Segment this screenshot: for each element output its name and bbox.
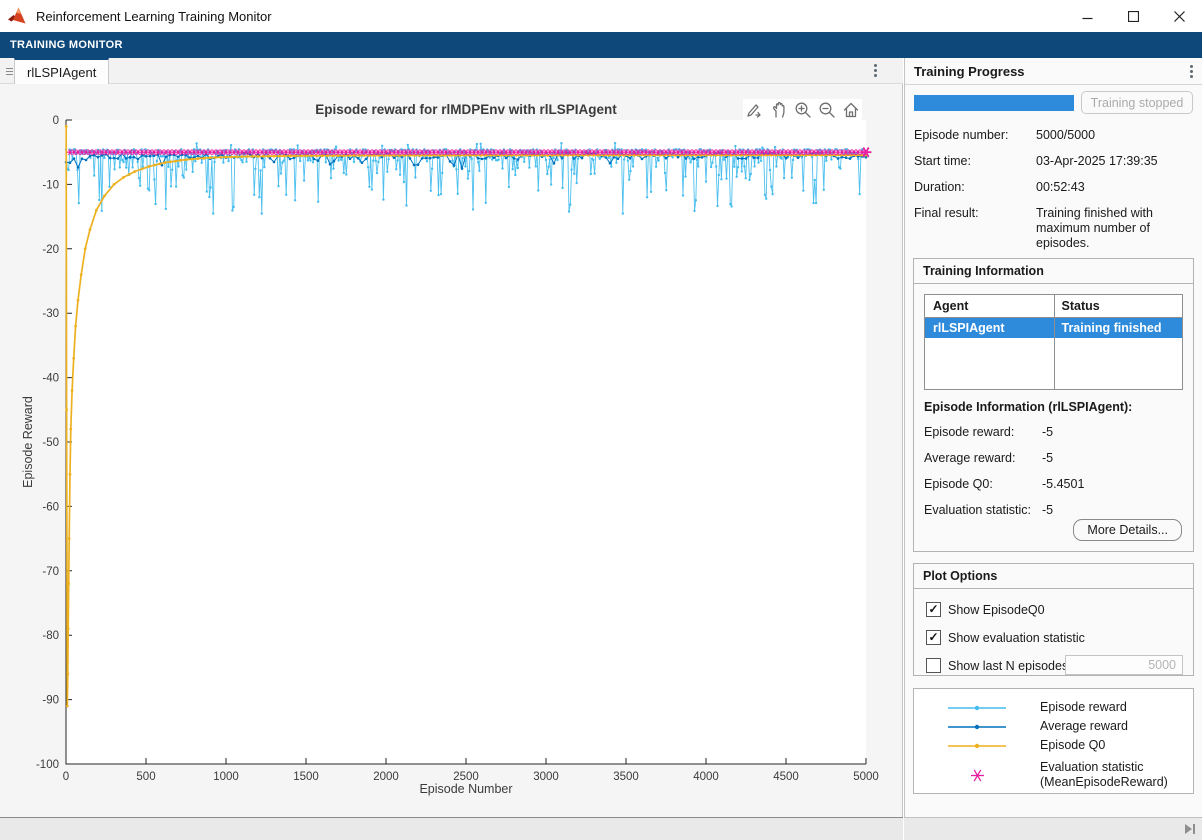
training-plot[interactable]: 0500100015002000250030003500400045005000… xyxy=(0,84,903,817)
agent-cell: rlLSPIAgent xyxy=(925,318,1054,338)
legend-label: Average reward xyxy=(1040,719,1128,734)
svg-text:-90: -90 xyxy=(42,695,59,707)
svg-text:-100: -100 xyxy=(36,759,59,771)
status-column-header: Status xyxy=(1054,295,1183,317)
svg-text:-40: -40 xyxy=(42,373,59,385)
pan-icon[interactable] xyxy=(769,100,788,119)
duration-row: Duration: 00:52:43 xyxy=(914,180,1193,195)
average-reward-row: Average reward: -5 xyxy=(924,451,1183,466)
tab-options-menu-icon[interactable] xyxy=(874,64,877,77)
minimize-button[interactable] xyxy=(1064,0,1110,32)
training-progress-panel: Training Progress Training stopped Episo… xyxy=(904,58,1202,817)
status-bar xyxy=(0,817,903,840)
x-axis-label: Episode Number xyxy=(419,782,512,796)
legend-label: Episode reward xyxy=(1040,700,1127,715)
chart-title: Episode reward for rlMDPEnv with rlLSPIA… xyxy=(315,102,617,117)
chart-legend: Episode reward Average reward Episode Q0 Ev… xyxy=(913,688,1194,794)
collapse-panel-icon[interactable] xyxy=(1183,822,1197,836)
training-stopped-button[interactable]: Training stopped xyxy=(1081,91,1193,114)
zoom-in-icon[interactable] xyxy=(793,100,812,119)
line-marker-icon xyxy=(914,736,1040,755)
svg-text:500: 500 xyxy=(136,771,155,783)
svg-text:0: 0 xyxy=(53,115,59,127)
svg-text:-50: -50 xyxy=(42,437,59,449)
svg-text:-80: -80 xyxy=(42,630,59,642)
export-plot-icon[interactable] xyxy=(745,100,764,119)
agents-table: Agent Status rlLSPIAgent Training finish… xyxy=(924,294,1183,390)
checkbox-icon: ✓ xyxy=(926,630,941,645)
final-result-row: Final result: Training finished with max… xyxy=(914,206,1193,251)
episode-reward-row: Episode reward: -5 xyxy=(924,425,1183,440)
legend-entry: Evaluation statistic(MeanEpisodeReward) xyxy=(914,755,1193,795)
more-details-button[interactable]: More Details... xyxy=(1073,519,1182,541)
svg-text:4500: 4500 xyxy=(773,771,799,783)
progress-info: Episode number: 5000/5000 Start time: 03… xyxy=(914,128,1193,262)
axes-toolbar xyxy=(743,99,862,120)
svg-text:-60: -60 xyxy=(42,501,59,513)
legend-entry: Episode Q0 xyxy=(914,736,1193,755)
checkbox-show-evaluation-statistic[interactable]: ✓ Show evaluation statistic xyxy=(926,630,1193,645)
title-bar: Reinforcement Learning Training Monitor xyxy=(0,0,1202,32)
legend-entry: Episode reward xyxy=(914,698,1193,717)
minimize-icon xyxy=(1082,11,1093,22)
ribbon-tab-training-monitor[interactable]: TRAINING MONITOR xyxy=(0,39,123,51)
y-axis-label: Episode Reward xyxy=(21,396,35,488)
start-time-row: Start time: 03-Apr-2025 17:39:35 xyxy=(914,154,1193,169)
asterisk-marker-icon xyxy=(914,766,1040,785)
ribbon-bar: TRAINING MONITOR xyxy=(0,32,1202,58)
zoom-out-icon[interactable] xyxy=(817,100,836,119)
window-title: Reinforcement Learning Training Monitor xyxy=(36,9,272,24)
panel-title: Training Progress xyxy=(914,64,1025,79)
progress-bar xyxy=(914,95,1074,111)
status-cell: Training finished xyxy=(1054,318,1183,338)
episode-q0-row: Episode Q0: -5.4501 xyxy=(924,477,1183,492)
plot-options-section: Plot Options ✓ Show EpisodeQ0 ✓ Show eva… xyxy=(913,563,1194,676)
svg-text:1000: 1000 xyxy=(213,771,239,783)
tab-label: rlLSPIAgent xyxy=(27,65,96,80)
progress-bar-fill xyxy=(914,95,1074,111)
close-icon xyxy=(1174,11,1185,22)
plot-area[interactable] xyxy=(66,120,866,764)
svg-text:1500: 1500 xyxy=(293,771,319,783)
checkbox-icon: ✓ xyxy=(926,602,941,617)
chart-panel: 0500100015002000250030003500400045005000… xyxy=(0,84,903,817)
line-marker-icon xyxy=(914,717,1040,736)
checkbox-show-last-n-episodes[interactable]: Show last N episodes xyxy=(926,658,1193,673)
document-tab-strip: rlLSPIAgent xyxy=(0,58,903,84)
svg-text:2000: 2000 xyxy=(373,771,399,783)
checkbox-show-episodeq0[interactable]: ✓ Show EpisodeQ0 xyxy=(926,602,1193,617)
svg-text:3000: 3000 xyxy=(533,771,559,783)
training-information-title: Training Information xyxy=(914,259,1193,284)
svg-text:-30: -30 xyxy=(42,308,59,320)
legend-label: Evaluation statistic(MeanEpisodeReward) xyxy=(1040,760,1168,790)
checkbox-icon xyxy=(926,658,941,673)
svg-text:4000: 4000 xyxy=(693,771,719,783)
panel-options-menu-icon[interactable] xyxy=(1190,65,1193,78)
line-marker-icon xyxy=(914,698,1040,717)
svg-text:3500: 3500 xyxy=(613,771,639,783)
svg-text:-10: -10 xyxy=(42,179,59,191)
close-button[interactable] xyxy=(1156,0,1202,32)
panel-status-bar xyxy=(904,817,1202,840)
training-information-section: Training Information Agent Status rlLSPI… xyxy=(913,258,1194,552)
legend-entry: Average reward xyxy=(914,717,1193,736)
svg-text:-20: -20 xyxy=(42,244,59,256)
episode-information-rows: Episode reward: -5 Average reward: -5 Ep… xyxy=(924,425,1183,518)
tab-rllspiagent[interactable]: rlLSPIAgent xyxy=(14,58,109,84)
episode-information-title: Episode Information (rlLSPIAgent): xyxy=(924,400,1183,414)
plot-options-title: Plot Options xyxy=(914,564,1193,589)
maximize-icon xyxy=(1128,11,1139,22)
episode-number-row: Episode number: 5000/5000 xyxy=(914,128,1193,143)
svg-text:5000: 5000 xyxy=(853,771,879,783)
last-n-episodes-input[interactable] xyxy=(1065,655,1183,675)
agent-column-header: Agent xyxy=(925,295,1054,317)
svg-text:-70: -70 xyxy=(42,566,59,578)
maximize-button[interactable] xyxy=(1110,0,1156,32)
legend-label: Episode Q0 xyxy=(1040,738,1105,753)
home-icon[interactable] xyxy=(841,100,860,119)
evaluation-statistic-row: Evaluation statistic: -5 xyxy=(924,503,1183,518)
svg-text:0: 0 xyxy=(63,771,69,783)
matlab-logo-icon xyxy=(8,7,28,25)
